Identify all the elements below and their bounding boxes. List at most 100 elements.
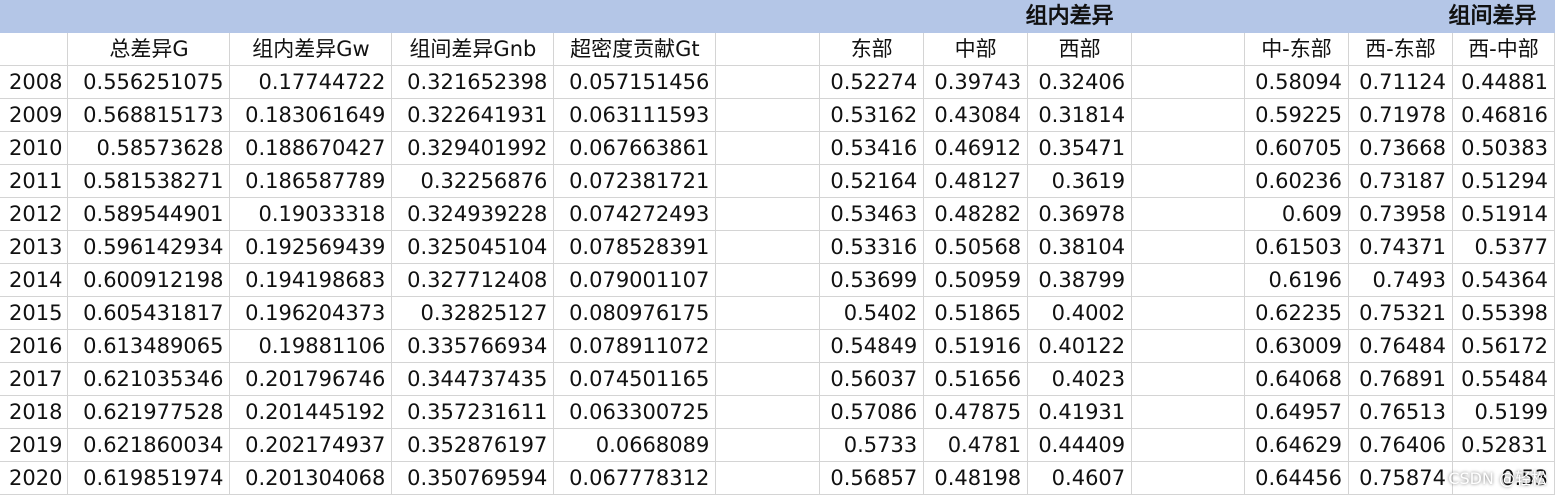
year-cell[interactable]: 2013 (0, 230, 69, 264)
west-cell[interactable]: 0.35471 (1027, 131, 1133, 165)
west-east-cell[interactable]: 0.73668 (1348, 131, 1453, 165)
central-east-cell[interactable]: 0.58094 (1244, 65, 1349, 99)
header-west[interactable]: 西部 (1027, 33, 1133, 66)
spacer-cell[interactable] (1131, 131, 1245, 165)
west-cell[interactable]: 0.38104 (1027, 230, 1133, 264)
spacer-cell[interactable] (1131, 428, 1245, 462)
year-cell[interactable]: 2011 (0, 164, 69, 198)
header-central[interactable]: 中部 (923, 33, 1029, 66)
spacer-cell[interactable] (1131, 362, 1245, 396)
hyper-cell[interactable]: 0.078528391 (553, 230, 717, 264)
hyper-cell[interactable]: 0.067778312 (553, 461, 717, 495)
within-cell[interactable]: 0.196204373 (229, 296, 393, 330)
west-east-cell[interactable]: 0.76891 (1348, 362, 1453, 396)
spacer-cell[interactable] (1131, 65, 1245, 99)
central-east-cell[interactable]: 0.59225 (1244, 98, 1349, 132)
header-west-east[interactable]: 西-东部 (1348, 33, 1453, 66)
spacer-cell[interactable] (715, 461, 821, 495)
hyper-cell[interactable]: 0.057151456 (553, 65, 717, 99)
west-central-cell[interactable]: 0.5199 (1452, 395, 1555, 429)
year-cell[interactable]: 2017 (0, 362, 69, 396)
spacer-cell[interactable] (1131, 395, 1245, 429)
within-cell[interactable]: 0.183061649 (229, 98, 393, 132)
total-cell[interactable]: 0.596142934 (67, 230, 231, 264)
header-total[interactable]: 总差异G (67, 33, 231, 66)
central-cell[interactable]: 0.48198 (923, 461, 1029, 495)
header-east[interactable]: 东部 (819, 33, 925, 66)
central-cell[interactable]: 0.51865 (923, 296, 1029, 330)
west-central-cell[interactable]: 0.55398 (1452, 296, 1555, 330)
west-east-cell[interactable]: 0.7493 (1348, 263, 1453, 297)
total-cell[interactable]: 0.621977528 (67, 395, 231, 429)
west-east-cell[interactable]: 0.73958 (1348, 197, 1453, 231)
west-central-cell[interactable]: 0.54364 (1452, 263, 1555, 297)
west-cell[interactable]: 0.4002 (1027, 296, 1133, 330)
west-cell[interactable]: 0.3619 (1027, 164, 1133, 198)
total-cell[interactable]: 0.605431817 (67, 296, 231, 330)
spacer-cell[interactable] (715, 428, 821, 462)
hyper-cell[interactable]: 0.080976175 (553, 296, 717, 330)
spacer-cell[interactable] (715, 164, 821, 198)
west-east-cell[interactable]: 0.75321 (1348, 296, 1453, 330)
east-cell[interactable]: 0.53416 (819, 131, 925, 165)
central-east-cell[interactable]: 0.64068 (1244, 362, 1349, 396)
west-central-cell[interactable]: 0.51294 (1452, 164, 1555, 198)
east-cell[interactable]: 0.5402 (819, 296, 925, 330)
west-central-cell[interactable]: 0.46816 (1452, 98, 1555, 132)
header-hyper[interactable]: 超密度贡献Gt (553, 33, 717, 66)
hyper-cell[interactable]: 0.074501165 (553, 362, 717, 396)
hyper-cell[interactable]: 0.0668089 (553, 428, 717, 462)
central-cell[interactable]: 0.48282 (923, 197, 1029, 231)
east-cell[interactable]: 0.56857 (819, 461, 925, 495)
east-cell[interactable]: 0.52274 (819, 65, 925, 99)
hyper-cell[interactable]: 0.063111593 (553, 98, 717, 132)
between-cell[interactable]: 0.352876197 (391, 428, 555, 462)
west-central-cell[interactable]: 0.55484 (1452, 362, 1555, 396)
east-cell[interactable]: 0.53463 (819, 197, 925, 231)
hyper-cell[interactable]: 0.063300725 (553, 395, 717, 429)
hyper-cell[interactable]: 0.067663861 (553, 131, 717, 165)
central-cell[interactable]: 0.47875 (923, 395, 1029, 429)
year-cell[interactable]: 2020 (0, 461, 69, 495)
within-cell[interactable]: 0.19033318 (229, 197, 393, 231)
central-east-cell[interactable]: 0.61503 (1244, 230, 1349, 264)
central-east-cell[interactable]: 0.63009 (1244, 329, 1349, 363)
total-cell[interactable]: 0.613489065 (67, 329, 231, 363)
west-central-cell[interactable]: 0.51914 (1452, 197, 1555, 231)
between-cell[interactable]: 0.321652398 (391, 65, 555, 99)
spacer-cell[interactable] (1131, 329, 1245, 363)
spacer-cell[interactable] (715, 230, 821, 264)
central-cell[interactable]: 0.51656 (923, 362, 1029, 396)
west-east-cell[interactable]: 0.76513 (1348, 395, 1453, 429)
spacer-cell[interactable] (715, 131, 821, 165)
header-within[interactable]: 组内差异Gw (229, 33, 393, 66)
east-cell[interactable]: 0.56037 (819, 362, 925, 396)
west-central-cell[interactable]: 0.52831 (1452, 428, 1555, 462)
within-cell[interactable]: 0.188670427 (229, 131, 393, 165)
between-cell[interactable]: 0.322641931 (391, 98, 555, 132)
west-east-cell[interactable]: 0.73187 (1348, 164, 1453, 198)
header-central-east[interactable]: 中-东部 (1244, 33, 1349, 66)
total-cell[interactable]: 0.568815173 (67, 98, 231, 132)
west-cell[interactable]: 0.40122 (1027, 329, 1133, 363)
central-east-cell[interactable]: 0.64456 (1244, 461, 1349, 495)
total-cell[interactable]: 0.556251075 (67, 65, 231, 99)
between-cell[interactable]: 0.329401992 (391, 131, 555, 165)
total-cell[interactable]: 0.589544901 (67, 197, 231, 231)
spacer-cell[interactable] (715, 263, 821, 297)
total-cell[interactable]: 0.621035346 (67, 362, 231, 396)
between-cell[interactable]: 0.32825127 (391, 296, 555, 330)
central-cell[interactable]: 0.51916 (923, 329, 1029, 363)
west-east-cell[interactable]: 0.71978 (1348, 98, 1453, 132)
west-east-cell[interactable]: 0.76484 (1348, 329, 1453, 363)
within-cell[interactable]: 0.201796746 (229, 362, 393, 396)
west-cell[interactable]: 0.38799 (1027, 263, 1133, 297)
west-cell[interactable]: 0.4023 (1027, 362, 1133, 396)
within-cell[interactable]: 0.17744722 (229, 65, 393, 99)
header-spacer[interactable] (715, 33, 821, 66)
west-central-cell[interactable]: 0.50383 (1452, 131, 1555, 165)
west-east-cell[interactable]: 0.74371 (1348, 230, 1453, 264)
between-cell[interactable]: 0.327712408 (391, 263, 555, 297)
east-cell[interactable]: 0.53699 (819, 263, 925, 297)
total-cell[interactable]: 0.621860034 (67, 428, 231, 462)
